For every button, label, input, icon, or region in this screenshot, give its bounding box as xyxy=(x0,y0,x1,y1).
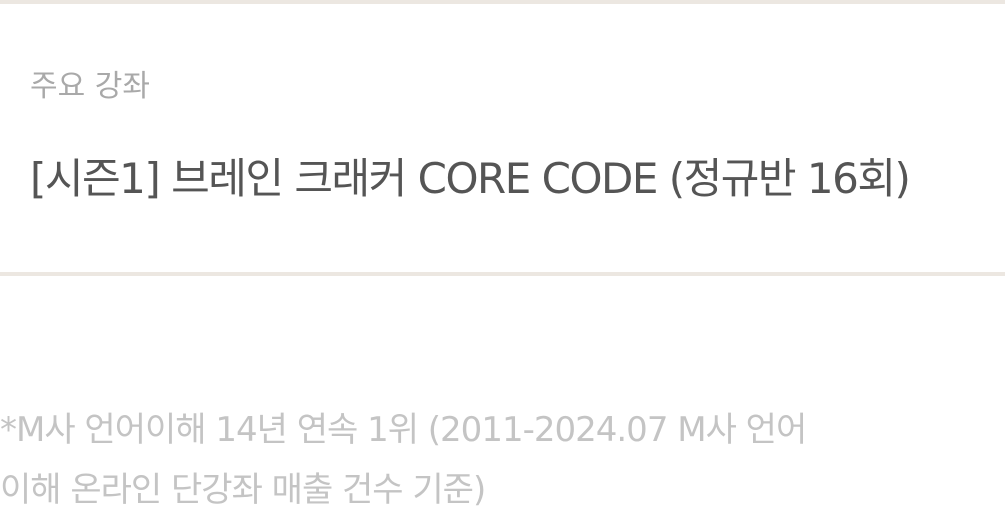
bottom-divider xyxy=(0,272,1005,276)
footnote-line-2: 이해 온라인 단강좌 매출 건수 기준) xyxy=(0,470,486,510)
footnote-line-1: *M사 언어이해 14년 연속 1위 (2011-2024.07 M사 언어 xyxy=(0,410,807,450)
footnote: *M사 언어이해 14년 연속 1위 (2011-2024.07 M사 언어 이… xyxy=(0,400,900,520)
course-title-link[interactable]: [시즌1] 브레인 크래커 CORE CODE (정규반 16회) xyxy=(30,152,911,206)
section-label: 주요 강좌 xyxy=(30,69,150,104)
featured-course-section: 주요 강좌 [시즌1] 브레인 크래커 CORE CODE (정규반 16회) xyxy=(0,4,1005,272)
